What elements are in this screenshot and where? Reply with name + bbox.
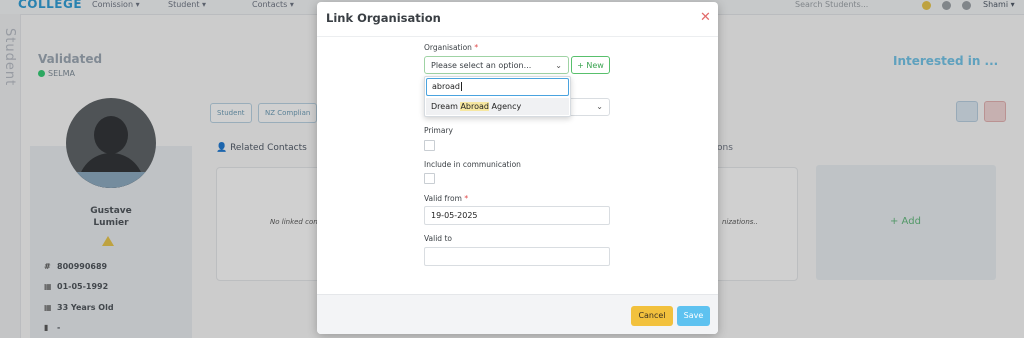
link-organisation-modal: Link Organisation ✕ Organisation * Pleas… (317, 2, 718, 334)
primary-label: Primary (424, 126, 453, 135)
cancel-button[interactable]: Cancel (631, 306, 673, 326)
modal-title: Link Organisation (326, 11, 441, 25)
dropdown-search-input[interactable]: abroad (426, 78, 569, 96)
valid-to-input[interactable] (424, 247, 610, 266)
organisation-select[interactable]: Please select an option... ⌄ (424, 56, 569, 74)
organisation-label: Organisation * (424, 43, 479, 52)
include-communication-checkbox[interactable] (424, 173, 435, 184)
include-communication-label: Include in communication (424, 160, 521, 169)
organisation-dropdown: abroad Dream Abroad Agency (424, 76, 571, 117)
chevron-down-icon: ⌄ (555, 61, 562, 70)
dropdown-option[interactable]: Dream Abroad Agency (426, 98, 569, 115)
valid-from-input[interactable]: 19-05-2025 (424, 206, 610, 225)
close-icon[interactable]: ✕ (700, 10, 711, 25)
chevron-down-icon: ⌄ (596, 102, 603, 111)
valid-from-label: Valid from * (424, 194, 469, 203)
primary-checkbox[interactable] (424, 140, 435, 151)
new-organisation-button[interactable]: + New (571, 56, 610, 74)
valid-to-label: Valid to (424, 234, 452, 243)
divider (317, 36, 718, 37)
save-button[interactable]: Save (677, 306, 710, 326)
